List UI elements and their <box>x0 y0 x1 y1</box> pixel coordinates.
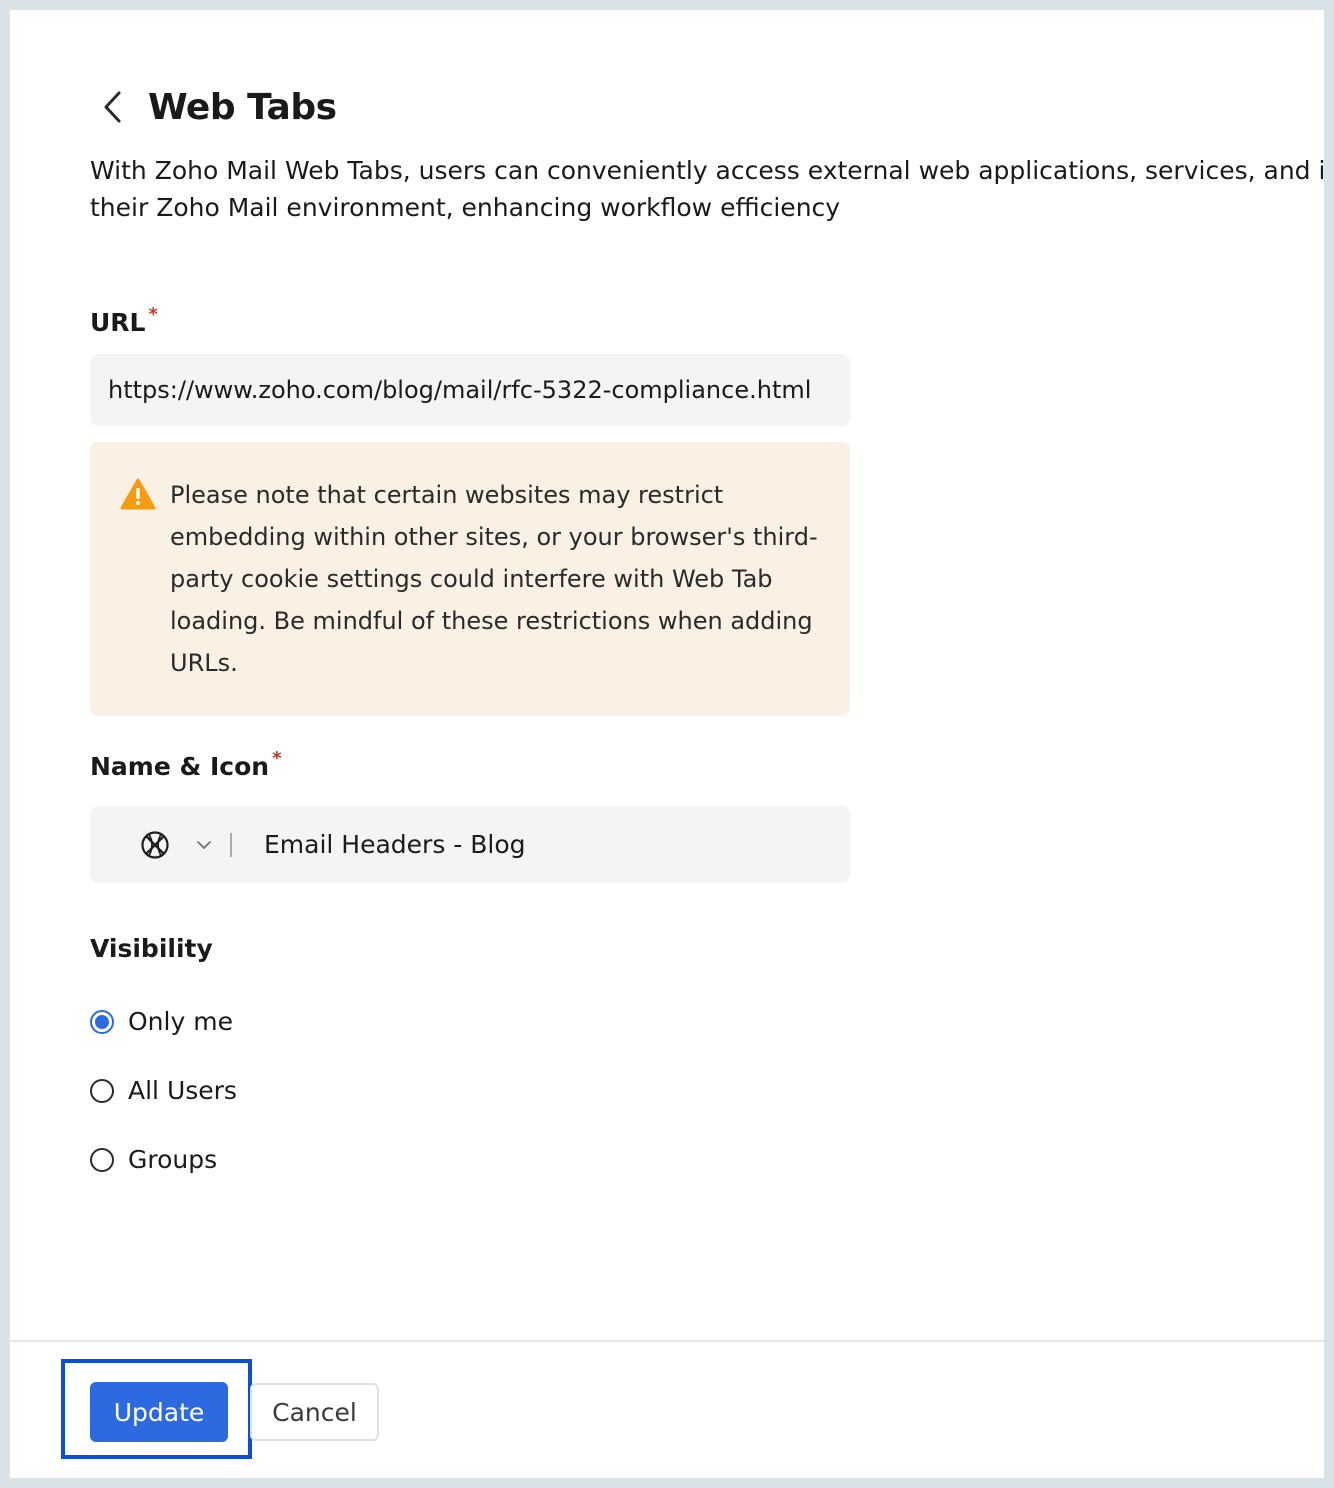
footer-divider <box>10 1340 1324 1342</box>
name-icon-field: Email Headers - Blog <box>90 806 850 883</box>
update-button[interactable]: Update <box>90 1382 228 1442</box>
web-tabs-panel: Web Tabs With Zoho Mail Web Tabs, users … <box>10 10 1324 1478</box>
radio-only-me[interactable]: Only me <box>90 1007 233 1036</box>
radio-all-users[interactable]: All Users <box>90 1076 237 1105</box>
cancel-button[interactable]: Cancel <box>250 1383 379 1441</box>
url-label: URL * <box>90 304 158 337</box>
radio-button-checked[interactable] <box>90 1009 114 1034</box>
tab-name-input[interactable]: Email Headers - Blog <box>264 830 526 859</box>
radio-label-groups: Groups <box>128 1145 218 1174</box>
page-title: Web Tabs <box>148 86 337 128</box>
radio-label-only-me: Only me <box>128 1007 233 1036</box>
url-input[interactable]: https://www.zoho.com/blog/mail/rfc-5322-… <box>90 354 850 426</box>
description-line-2: their Zoho Mail environment, enhancing w… <box>90 193 841 222</box>
page-header: Web Tabs <box>90 82 337 132</box>
warning-notice: Please note that certain websites may re… <box>90 442 850 716</box>
radio-label-all-users: All Users <box>128 1076 237 1105</box>
name-icon-label-text: Name & Icon <box>90 752 270 781</box>
required-marker: * <box>148 304 158 325</box>
radio-button[interactable] <box>90 1147 114 1172</box>
chevron-down-icon[interactable] <box>194 835 214 855</box>
radio-button[interactable] <box>90 1078 114 1103</box>
url-input-value: https://www.zoho.com/blog/mail/rfc-5322-… <box>108 376 812 404</box>
warning-text: Please note that certain websites may re… <box>170 481 818 677</box>
description-line-1: With Zoho Mail Web Tabs, users can conve… <box>90 156 1324 185</box>
url-label-text: URL <box>90 308 146 337</box>
warning-triangle-icon <box>120 478 156 510</box>
globe-icon[interactable] <box>138 828 172 862</box>
radio-groups[interactable]: Groups <box>90 1145 217 1174</box>
visibility-label: Visibility <box>90 934 213 963</box>
name-icon-label: Name & Icon * <box>90 748 282 781</box>
field-separator <box>230 832 232 857</box>
chevron-left-icon[interactable] <box>92 87 132 127</box>
page-description: With Zoho Mail Web Tabs, users can conve… <box>90 152 1324 226</box>
required-marker: * <box>272 748 282 769</box>
